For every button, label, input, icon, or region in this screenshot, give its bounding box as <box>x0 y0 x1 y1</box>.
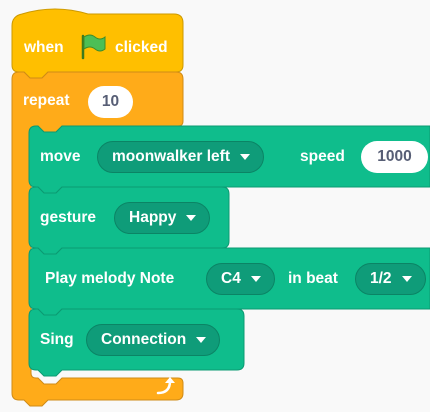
move-label: move <box>40 148 81 165</box>
scripts-area: when clicked repeat 10 move moonwalker l… <box>0 0 430 412</box>
chevron-down-icon <box>240 154 250 160</box>
repeat-label: repeat <box>23 92 70 109</box>
move-direction-value: moonwalker left <box>112 148 230 165</box>
sing-dropdown[interactable]: Connection <box>86 324 221 356</box>
repeat-count-input[interactable]: 10 <box>88 86 133 118</box>
note-dropdown[interactable]: C4 <box>206 263 275 295</box>
move-direction-dropdown[interactable]: moonwalker left <box>97 141 264 173</box>
chevron-down-icon <box>196 337 207 343</box>
sing-value: Connection <box>101 331 187 348</box>
gesture-value: Happy <box>129 209 177 226</box>
chevron-down-icon <box>401 276 412 282</box>
gesture-dropdown[interactable]: Happy <box>114 202 211 234</box>
clicked-label: clicked <box>115 39 168 56</box>
sing-label: Sing <box>40 331 74 348</box>
chevron-down-icon <box>186 215 197 221</box>
speed-input[interactable]: 1000 <box>361 141 428 173</box>
when-label: when <box>24 39 64 56</box>
in-beat-label: in beat <box>288 270 338 287</box>
beat-value: 1/2 <box>370 270 392 287</box>
chevron-down-icon <box>250 276 261 282</box>
gesture-label: gesture <box>40 209 96 226</box>
note-value: C4 <box>221 270 241 287</box>
beat-dropdown[interactable]: 1/2 <box>355 263 426 295</box>
play-melody-label: Play melody Note <box>45 270 175 287</box>
speed-label: speed <box>300 148 345 165</box>
